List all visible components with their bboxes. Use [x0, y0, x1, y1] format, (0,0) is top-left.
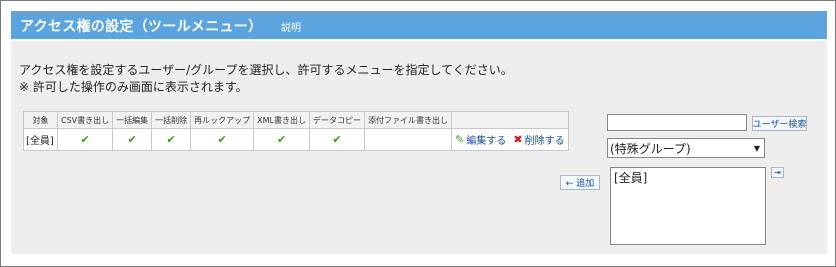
- user-search-button[interactable]: ユーザー検索: [752, 116, 807, 131]
- help-link[interactable]: 説明: [281, 19, 301, 34]
- settings-panel: アクセス権を設定するユーザー/グループを選択し、許可するメニューを指定してくださ…: [11, 41, 827, 254]
- check-attachment: [363, 128, 452, 151]
- column-header-target: 対象: [23, 111, 58, 129]
- check-icon: ✔: [276, 133, 287, 146]
- page-title: アクセス権の設定（ツールメニュー）: [20, 19, 263, 35]
- check-data-copy: ✔: [308, 128, 365, 151]
- check-icon: ✔: [80, 133, 90, 146]
- group-select[interactable]: (特殊グループ) ▼: [607, 138, 765, 158]
- column-header-csv: CSV書き出し: [56, 111, 114, 129]
- edit-label: 編集する: [466, 136, 507, 147]
- column-header-data-copy: データコピー: [308, 111, 365, 129]
- column-header-relookup: 再ルックアップ: [190, 111, 255, 129]
- row-actions: ✎ 編集する ✖ 削除する: [450, 128, 569, 151]
- table-header-row: 対象 CSV書き出し 一括編集 一括削除 再ルックアップ XML書き出し データ…: [23, 111, 569, 129]
- access-table: 対象 CSV書き出し 一括編集 一括削除 再ルックアップ XML書き出し データ…: [23, 111, 569, 151]
- check-relookup: ✔: [190, 128, 255, 151]
- add-button[interactable]: ← 追加: [560, 175, 600, 190]
- check-icon: ✔: [127, 133, 137, 146]
- chevron-down-icon: ▼: [753, 144, 760, 153]
- window-frame: アクセス権の設定（ツールメニュー） 説明 アクセス権を設定するユーザー/グループ…: [0, 0, 836, 267]
- pencil-icon: ✎: [454, 133, 465, 146]
- edit-link[interactable]: ✎ 編集する: [455, 132, 506, 147]
- check-bulk-delete: ✔: [151, 128, 192, 151]
- list-item[interactable]: [全員]: [614, 169, 762, 186]
- user-search-input[interactable]: [607, 114, 747, 131]
- check-icon: ✔: [332, 133, 342, 146]
- check-bulk-edit: ✔: [112, 128, 153, 151]
- delete-label: 削除する: [524, 136, 565, 147]
- check-icon: ✔: [217, 133, 227, 146]
- column-header-attachment: 添付ファイル書き出し: [363, 111, 452, 129]
- arrow-right-icon[interactable]: ⇥: [771, 167, 784, 178]
- column-header-bulk-edit: 一括編集: [112, 111, 153, 129]
- column-header-bulk-delete: 一括削除: [151, 111, 192, 129]
- delete-link[interactable]: ✖ 削除する: [509, 132, 564, 147]
- description-line-1: アクセス権を設定するユーザー/グループを選択し、許可するメニューを指定してくださ…: [19, 63, 513, 77]
- description-line-2: ※ 許可した操作のみ画面に表示されます。: [19, 80, 248, 94]
- check-xml: ✔: [253, 128, 310, 151]
- check-csv: ✔: [56, 128, 114, 151]
- check-icon: ✔: [166, 133, 176, 146]
- group-select-value: (特殊グループ): [610, 141, 691, 156]
- page-header: アクセス権の設定（ツールメニュー） 説明: [11, 11, 827, 39]
- member-listbox[interactable]: [全員]: [610, 167, 766, 245]
- row-target: [全員]: [23, 128, 58, 151]
- column-header-xml: XML書き出し: [253, 111, 310, 129]
- table-row: [全員] ✔ ✔ ✔ ✔ ✔ ✔ ✎ 編集する ✖ 削除する: [23, 128, 569, 151]
- delete-icon: ✖: [513, 133, 523, 146]
- column-header-actions: [450, 111, 569, 129]
